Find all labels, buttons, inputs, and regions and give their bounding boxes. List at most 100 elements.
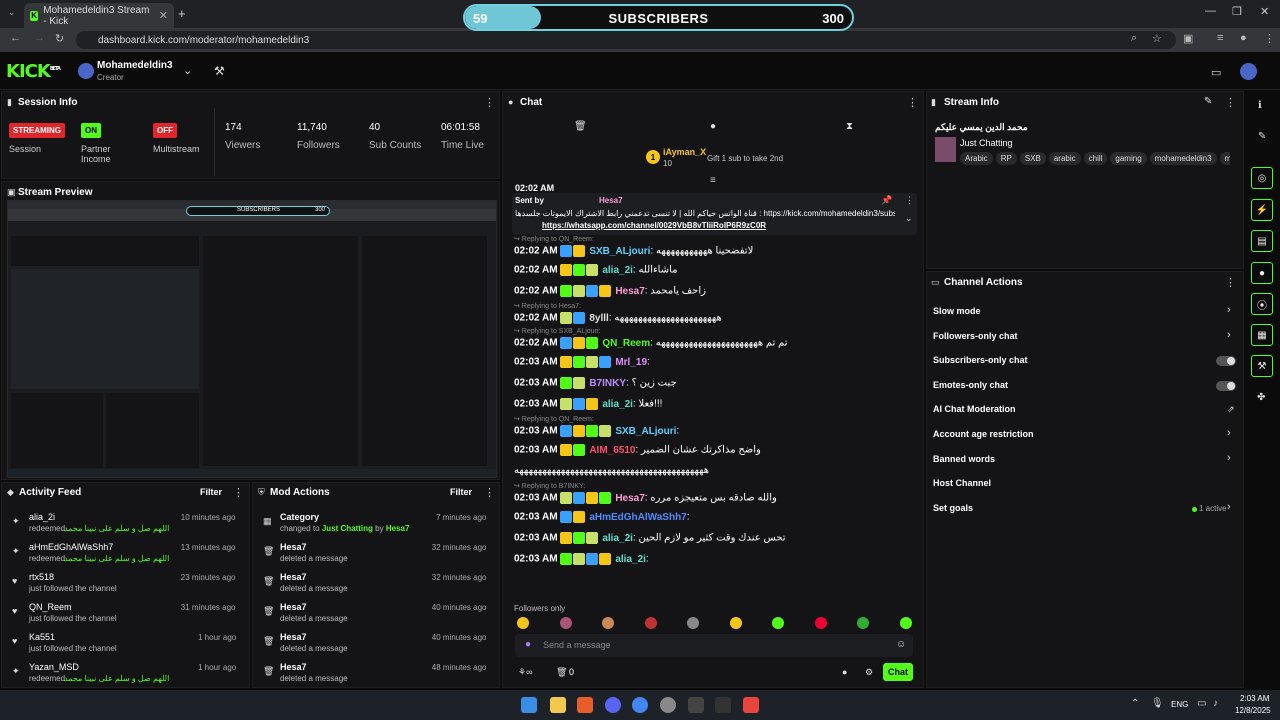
channel-action-set-goals[interactable]: Set goals (933, 503, 973, 513)
chat-username[interactable]: alia_2i (602, 265, 633, 276)
channel-action-host-channel[interactable]: Host Channel (933, 478, 991, 488)
taskbar-time[interactable]: 2:03 AM (1240, 694, 1269, 703)
media-icon[interactable]: ≡ (1217, 32, 1223, 44)
sidebar-lightning-icon[interactable]: ⚡ (1251, 199, 1273, 221)
tab-close-icon[interactable]: ✕ (159, 9, 168, 22)
emote-icon[interactable] (772, 617, 784, 629)
chat-popout-icon[interactable]: ● (710, 121, 716, 132)
taskbar-date[interactable]: 12/8/2025 (1235, 706, 1271, 715)
chat-options-icon[interactable]: ● (842, 667, 847, 677)
gift-sub-text[interactable]: Gift 1 sub to take 2nd (707, 154, 783, 163)
bucket-icon[interactable]: 🗑 (556, 667, 567, 678)
chat-username[interactable]: Hesa7 (615, 286, 644, 297)
tag-chip[interactable]: gaming (1110, 152, 1147, 165)
mod-action-user[interactable]: Hesa7 (280, 542, 307, 552)
channel-action-followers-only-chat[interactable]: Followers-only chat (933, 331, 1018, 341)
chat-username[interactable]: AIM_6510 (589, 445, 635, 456)
emote-icon[interactable] (559, 617, 572, 629)
chat-username[interactable]: QN_Reem (602, 338, 650, 349)
chat-username[interactable]: B7INKY (589, 378, 626, 389)
mod-action-by-user[interactable]: Hesa7 (386, 524, 410, 533)
chevron-right-icon[interactable]: › (1227, 304, 1231, 316)
toggle-switch[interactable] (1216, 356, 1236, 367)
emote-icon[interactable] (857, 617, 869, 629)
channel-avatar[interactable] (78, 63, 94, 79)
chevron-right-icon[interactable]: › (1227, 501, 1231, 513)
channel-name[interactable]: Mohamedeldin3 (97, 60, 173, 71)
sidebar-info-icon[interactable]: ℹ (1258, 100, 1262, 111)
emote-icon[interactable] (899, 617, 912, 629)
chat-settings-icon[interactable]: ⚙ (865, 667, 873, 678)
channel-actions-menu-icon[interactable]: ⋮ (1225, 276, 1236, 289)
mod-action-user[interactable]: Category (280, 512, 319, 522)
mod-action-user[interactable]: Hesa7 (280, 572, 307, 582)
chevron-right-icon[interactable]: › (1227, 427, 1231, 439)
activity-user[interactable]: Ka551 (29, 632, 55, 642)
session-menu-icon[interactable]: ⋮ (484, 96, 495, 109)
mic-icon[interactable]: ● (525, 639, 531, 650)
tag-chip[interactable]: mohamedeldin3 (1149, 152, 1217, 165)
channel-action-ai-chat-moderation[interactable]: AI Chat Moderation (933, 404, 1016, 414)
chevron-right-icon[interactable]: › (1227, 452, 1231, 464)
browser-tab[interactable]: K Mohamedeldin3 Stream - Kick ✕ (24, 3, 174, 28)
channel-action-subscribers-only-chat[interactable]: Subscribers-only chat (933, 355, 1028, 365)
chat-username[interactable]: alia_2i (602, 533, 633, 544)
discord-icon[interactable] (605, 697, 621, 713)
obs-icon[interactable] (688, 697, 704, 713)
windows-start-icon[interactable] (521, 697, 537, 713)
sidebar-pen-icon[interactable]: ✎ (1258, 131, 1266, 142)
sidebar-extensions-icon[interactable]: ✤ (1257, 392, 1265, 403)
minimize-icon[interactable]: — (1205, 5, 1216, 17)
back-icon[interactable]: ← (10, 32, 21, 44)
tab-search-icon[interactable]: ⌄ (8, 7, 16, 18)
tag-chip[interactable]: Arabic (960, 152, 993, 165)
mod-action-user[interactable]: Hesa7 (280, 662, 307, 672)
stream-preview-video[interactable]: SUBSCRIBERS 300 (7, 200, 497, 478)
pinned-expand-icon[interactable]: ⌄ (905, 213, 913, 224)
epic-games-icon[interactable] (715, 697, 731, 713)
mod-action-user[interactable]: Hesa7 (280, 632, 307, 642)
chat-send-button[interactable]: Chat (883, 663, 913, 681)
volume-icon[interactable]: ♪ (1213, 698, 1218, 709)
kick-logo[interactable]: KICKBETA (6, 61, 61, 82)
channel-action-banned-words[interactable]: Banned words (933, 454, 995, 464)
emote-icon[interactable] (602, 617, 614, 629)
activity-user[interactable]: aHmEdGhAlWaShh7 (29, 542, 113, 552)
toggle-switch[interactable] (1216, 380, 1236, 391)
category-name[interactable]: Just Chatting (960, 138, 1013, 148)
tag-chip[interactable]: RP (995, 152, 1017, 165)
chat-username[interactable]: aHmEdGhAlWaShh7 (589, 512, 686, 523)
edit-pencil-icon[interactable]: ✎ (1204, 96, 1212, 107)
brave-icon[interactable] (743, 697, 759, 713)
chat-points-icon[interactable]: ⚘∞ (518, 667, 532, 678)
mod-menu-icon[interactable]: ⋮ (484, 486, 495, 499)
sidebar-grid-icon[interactable]: ▦ (1251, 324, 1273, 346)
emoji-icon[interactable]: ☺ (896, 639, 906, 650)
channel-action-slow-mode[interactable]: Slow mode (933, 306, 981, 316)
profile-icon[interactable]: ● (1240, 32, 1247, 44)
pinned-menu-icon[interactable]: ⋮ (905, 195, 914, 206)
new-tab-icon[interactable]: + (178, 6, 186, 21)
hourglass-icon[interactable]: ⧗ (846, 121, 853, 132)
chat-username[interactable]: alia_2i (602, 399, 633, 410)
tag-chip[interactable]: mt (1219, 152, 1230, 165)
window-close-icon[interactable]: ✕ (1260, 5, 1269, 18)
external-link-icon[interactable]: ⇗ (1227, 404, 1235, 415)
chat-username[interactable]: alia_2i (615, 554, 646, 565)
activity-filter-button[interactable]: Filter (200, 487, 222, 497)
language-indicator[interactable]: ENG (1171, 700, 1188, 709)
extensions-icon[interactable]: ▣ (1183, 32, 1193, 45)
mic-tray-icon[interactable]: 🎙 (1151, 698, 1164, 709)
channel-switch-chevron-icon[interactable]: ⌄ (183, 64, 192, 77)
chat-input[interactable]: ● Send a message ☺ (515, 634, 913, 657)
reload-icon[interactable]: ↻ (55, 32, 64, 45)
maximize-icon[interactable]: ❐ (1232, 5, 1242, 18)
emote-icon[interactable] (687, 617, 699, 629)
emote-icon[interactable] (517, 617, 529, 629)
trash-icon[interactable]: 🗑 (574, 121, 587, 132)
tag-chip[interactable]: SXB (1019, 152, 1046, 165)
network-icon[interactable]: ▭ (1197, 698, 1206, 709)
stream-info-menu-icon[interactable]: ⋮ (1225, 96, 1236, 109)
emote-icon[interactable] (814, 617, 827, 629)
chat-username[interactable]: Mrl_19 (615, 357, 647, 368)
